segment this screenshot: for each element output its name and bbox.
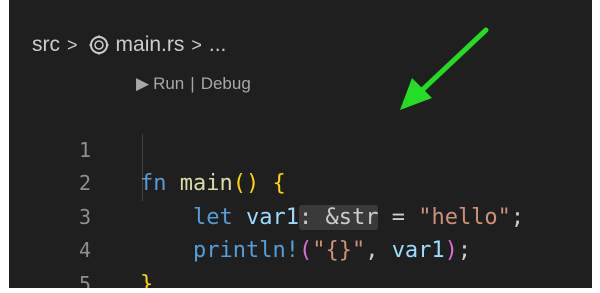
breadcrumb-separator: > bbox=[67, 34, 78, 55]
code-line[interactable]: 1 fn main() { bbox=[9, 100, 592, 197]
code-line[interactable]: 2 let var1: &str = "hello"; bbox=[9, 134, 592, 230]
code-line[interactable]: 3 println!("{}", var1); bbox=[9, 167, 592, 264]
breadcrumb-file[interactable]: main.rs bbox=[116, 33, 185, 57]
breadcrumb-folder[interactable]: src bbox=[32, 33, 60, 57]
breadcrumb: src > main.rs > ... bbox=[32, 30, 226, 60]
codelens-separator: | bbox=[190, 74, 195, 93]
breadcrumb-separator: > bbox=[191, 34, 202, 55]
breadcrumb-more[interactable]: ... bbox=[209, 33, 227, 57]
rust-gear-icon bbox=[89, 35, 109, 55]
run-codelens-link[interactable]: Run bbox=[153, 74, 184, 94]
debug-codelens-link[interactable]: Debug bbox=[201, 74, 251, 94]
green-arrow-icon bbox=[400, 27, 489, 110]
codelens: ▶ Run | Debug bbox=[136, 70, 251, 98]
line-number: 5 bbox=[78, 271, 91, 289]
code-editor[interactable]: 1 fn main() { 2 let var1: &str = "hello"… bbox=[9, 100, 592, 289]
editor-frame: src > main.rs > ... ▶ Run | Debug 1 fn m… bbox=[9, 0, 592, 288]
run-icon: ▶ bbox=[136, 74, 150, 93]
line-text: } bbox=[140, 271, 154, 289]
code-line[interactable]: 4 } bbox=[9, 201, 592, 288]
code-line[interactable]: 5 bbox=[9, 234, 592, 289]
